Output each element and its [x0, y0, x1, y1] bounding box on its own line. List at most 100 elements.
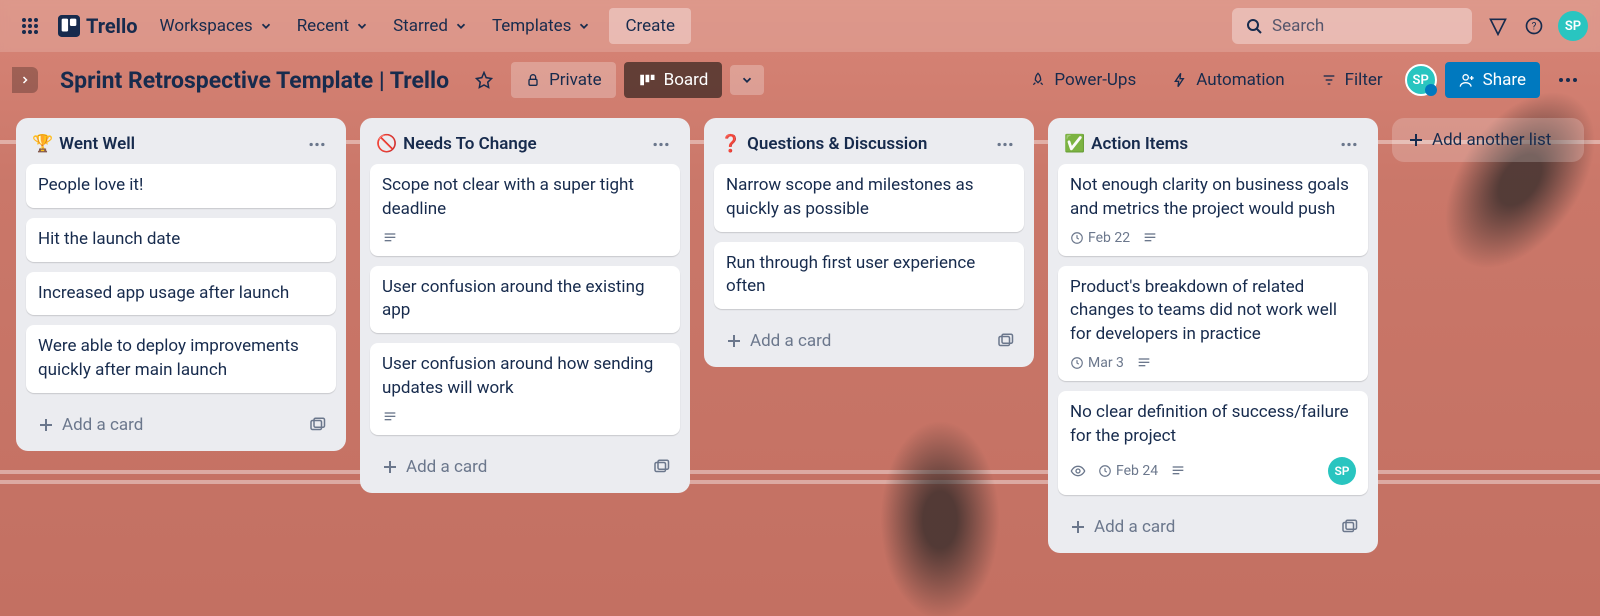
- star-button[interactable]: [465, 63, 503, 97]
- list: 🏆Went Well People love it! Hit the launch …: [16, 118, 346, 451]
- clock-icon: [1098, 464, 1112, 478]
- nav-templates[interactable]: Templates: [480, 8, 604, 44]
- due-badge: Feb 24: [1098, 463, 1158, 479]
- automation-label: Automation: [1196, 70, 1284, 90]
- nav-starred-label: Starred: [393, 16, 448, 36]
- help-icon[interactable]: ?: [1516, 8, 1552, 44]
- watch-badge: [1070, 463, 1086, 479]
- rocket-icon: [1030, 72, 1046, 88]
- plus-icon: [382, 459, 398, 475]
- description-badge: [1142, 230, 1158, 246]
- due-badge: Feb 22: [1070, 230, 1130, 246]
- visibility-button[interactable]: Private: [511, 62, 616, 98]
- nav-recent-label: Recent: [297, 16, 349, 36]
- list-menu-button[interactable]: [304, 140, 330, 149]
- notifications-icon[interactable]: [1480, 8, 1516, 44]
- nav-templates-label: Templates: [492, 16, 572, 36]
- card[interactable]: No clear definition of success/failure f…: [1058, 391, 1368, 495]
- card[interactable]: User confusion around the existing app: [370, 266, 680, 334]
- card-title: Increased app usage after launch: [38, 282, 324, 306]
- card[interactable]: Run through first user experience often: [714, 242, 1024, 310]
- lock-icon: [525, 72, 541, 88]
- power-ups-label: Power-Ups: [1054, 70, 1136, 90]
- add-card-button[interactable]: Add a card: [376, 453, 648, 481]
- card-title: Hit the launch date: [38, 228, 324, 252]
- card-member-avatar[interactable]: SP: [1328, 457, 1356, 485]
- card-template-icon: [996, 332, 1014, 350]
- filter-button[interactable]: Filter: [1307, 62, 1397, 98]
- card-title: Run through first user experience often: [726, 252, 1012, 300]
- card-title: Product's breakdown of related changes t…: [1070, 276, 1356, 347]
- board-icon: [638, 71, 656, 89]
- card[interactable]: Scope not clear with a super tight deadl…: [370, 164, 680, 256]
- list-title[interactable]: 🏆Went Well: [32, 134, 135, 154]
- chevron-down-icon: [355, 19, 369, 33]
- dots-icon: [1340, 142, 1358, 147]
- logo-text: Trello: [86, 14, 138, 38]
- svg-text:?: ?: [1532, 21, 1537, 32]
- share-button[interactable]: Share: [1445, 62, 1540, 98]
- plus-icon: [1070, 519, 1086, 535]
- card-title: People love it!: [38, 174, 324, 198]
- card-template-icon: [652, 458, 670, 476]
- card[interactable]: Hit the launch date: [26, 218, 336, 262]
- filter-icon: [1321, 72, 1337, 88]
- card-template-button[interactable]: [648, 454, 674, 480]
- add-card-button[interactable]: Add a card: [32, 411, 304, 439]
- card[interactable]: Narrow scope and milestones as quickly a…: [714, 164, 1024, 232]
- nav-starred[interactable]: Starred: [381, 8, 480, 44]
- add-list-button[interactable]: Add another list: [1392, 118, 1584, 162]
- list-title[interactable]: 🚫Needs To Change: [376, 134, 537, 154]
- list-title[interactable]: ✅Action Items: [1064, 134, 1188, 154]
- card-template-button[interactable]: [1336, 514, 1362, 540]
- card[interactable]: User confusion around how sending update…: [370, 343, 680, 435]
- card-template-button[interactable]: [992, 328, 1018, 354]
- nav-recent[interactable]: Recent: [285, 8, 381, 44]
- board-member-avatar[interactable]: SP: [1405, 64, 1437, 96]
- plus-icon: [38, 417, 54, 433]
- logo[interactable]: Trello: [48, 14, 148, 38]
- nav-workspaces[interactable]: Workspaces: [148, 8, 285, 44]
- list-menu-button[interactable]: [648, 140, 674, 149]
- chevron-down-icon: [577, 19, 591, 33]
- clock-icon: [1070, 356, 1084, 370]
- list: ✅Action Items Not enough clarity on busin…: [1048, 118, 1378, 553]
- clock-icon: [1070, 231, 1084, 245]
- card-template-icon: [308, 416, 326, 434]
- chevron-down-icon: [259, 19, 273, 33]
- description-icon: [382, 409, 398, 425]
- power-ups-button[interactable]: Power-Ups: [1016, 62, 1150, 98]
- apps-icon[interactable]: [12, 8, 48, 44]
- card-template-button[interactable]: [304, 412, 330, 438]
- share-label: Share: [1483, 70, 1526, 90]
- add-card-button[interactable]: Add a card: [1064, 513, 1336, 541]
- card[interactable]: Not enough clarity on business goals and…: [1058, 164, 1368, 256]
- search-icon: [1246, 18, 1262, 34]
- list-menu-button[interactable]: [1336, 140, 1362, 149]
- card-title: No clear definition of success/failure f…: [1070, 401, 1356, 449]
- board-view-button[interactable]: Board: [624, 62, 723, 98]
- nav-workspaces-label: Workspaces: [160, 16, 253, 36]
- dots-icon: [308, 142, 326, 147]
- card[interactable]: Increased app usage after launch: [26, 272, 336, 316]
- expand-sidebar-button[interactable]: [12, 67, 38, 93]
- board-title[interactable]: Sprint Retrospective Template | Trello: [52, 63, 457, 98]
- view-switcher-button[interactable]: [730, 65, 764, 95]
- card[interactable]: Were able to deploy improvements quickly…: [26, 325, 336, 393]
- search-input[interactable]: Search: [1232, 8, 1472, 44]
- description-icon: [1170, 463, 1186, 479]
- chevron-down-icon: [740, 73, 754, 87]
- dots-icon: [996, 142, 1014, 147]
- list-title[interactable]: ❓Questions & Discussion: [720, 134, 927, 154]
- add-card-button[interactable]: Add a card: [720, 327, 992, 355]
- add-user-icon: [1459, 72, 1475, 88]
- filter-label: Filter: [1345, 70, 1383, 90]
- dots-icon: [1558, 77, 1578, 83]
- create-button[interactable]: Create: [609, 8, 691, 44]
- board-menu-button[interactable]: [1548, 69, 1588, 91]
- card[interactable]: Product's breakdown of related changes t…: [1058, 266, 1368, 381]
- list-menu-button[interactable]: [992, 140, 1018, 149]
- card[interactable]: People love it!: [26, 164, 336, 208]
- automation-button[interactable]: Automation: [1158, 62, 1298, 98]
- user-avatar[interactable]: SP: [1558, 11, 1588, 41]
